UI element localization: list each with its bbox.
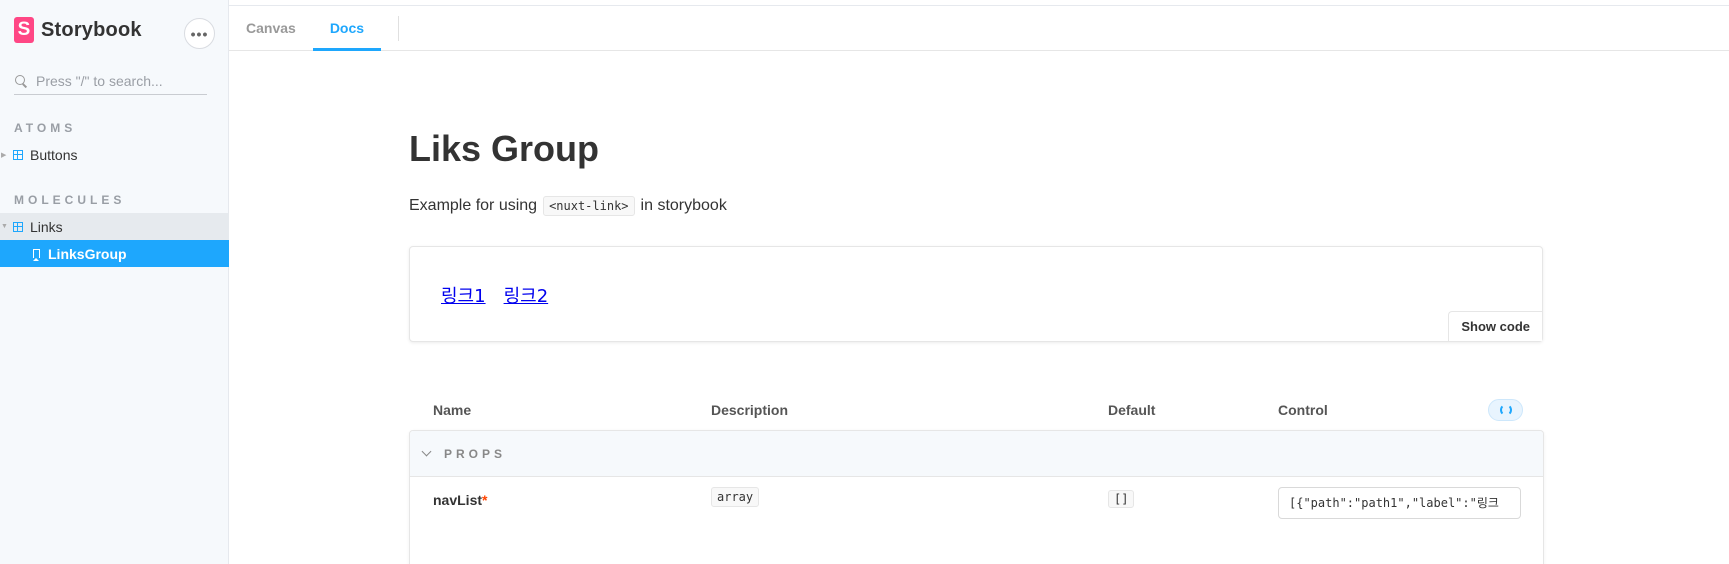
prop-control-input[interactable]: [{"path":"path1","label":"링크 — [1278, 487, 1521, 519]
page-title: Liks Group — [409, 128, 600, 169]
search-icon — [14, 74, 28, 88]
preview-link-1[interactable]: 링크1 — [441, 282, 486, 308]
prop-type: array — [711, 487, 760, 507]
preview-links: 링크1 링크2 — [441, 282, 548, 308]
sidebar-item-linksgroup[interactable]: LinksGroup — [0, 240, 229, 267]
show-code-button[interactable]: Show code — [1448, 311, 1542, 341]
page-description: Example for using <nuxt-link> in storybo… — [409, 196, 727, 216]
toolbar-divider — [398, 16, 400, 41]
sidebar-item-links[interactable]: ▼ Links — [0, 213, 229, 240]
story-preview: 링크1 링크2 Show code — [409, 246, 1543, 342]
search-input[interactable] — [36, 73, 206, 89]
sidebar-item-label: Buttons — [30, 146, 78, 163]
props-section-toggle[interactable]: PROPS — [410, 431, 1543, 477]
storybook-logo-icon: S — [14, 17, 34, 43]
sidebar-item-label: Links — [30, 218, 63, 235]
reset-controls-button[interactable] — [1488, 399, 1523, 421]
description-text: in storybook — [640, 197, 727, 214]
prop-name-text: navList — [433, 492, 483, 508]
preview-link-2[interactable]: 링크2 — [504, 282, 549, 308]
sidebar-item-buttons[interactable]: ▶ Buttons — [0, 141, 229, 168]
args-table: PROPS navList* array [] [{"path":"path1"… — [409, 430, 1544, 564]
component-icon — [13, 221, 23, 232]
prop-default: [] — [1108, 490, 1135, 508]
caret-down-icon: ▼ — [1, 223, 8, 230]
tab-canvas[interactable]: Canvas — [229, 6, 313, 50]
args-table-header: Name Description Default Control — [409, 396, 1544, 426]
component-icon — [13, 149, 23, 160]
sidebar-item-label: LinksGroup — [48, 245, 127, 262]
section-title-atoms: ATOMS — [14, 121, 77, 135]
section-title-molecules: MOLECULES — [14, 193, 126, 207]
tab-docs[interactable]: Docs — [312, 6, 382, 51]
brand[interactable]: S Storybook — [14, 17, 142, 43]
header-description: Description — [711, 402, 789, 418]
toolbar: Canvas Docs — [229, 6, 1729, 51]
table-row: navList* array [] [{"path":"path1","labe… — [410, 477, 1543, 537]
prop-name: navList* — [433, 492, 487, 508]
bookmark-icon — [33, 249, 40, 261]
header-default: Default — [1108, 402, 1156, 418]
brand-name: Storybook — [41, 18, 142, 41]
search-bar — [14, 68, 207, 95]
header-control: Control — [1278, 402, 1328, 418]
description-code: <nuxt-link> — [543, 196, 635, 216]
sidebar: S Storybook ••• ATOMS ▶ Buttons MOLECULE… — [0, 0, 229, 564]
settings-menu-button[interactable]: ••• — [184, 18, 215, 49]
props-section-label: PROPS — [444, 446, 507, 461]
header-name: Name — [433, 402, 472, 418]
required-mark: * — [482, 492, 488, 508]
chevron-down-icon — [421, 446, 432, 457]
refresh-icon — [1499, 404, 1512, 416]
caret-right-icon: ▶ — [1, 151, 7, 159]
description-text: Example for using — [409, 197, 538, 214]
